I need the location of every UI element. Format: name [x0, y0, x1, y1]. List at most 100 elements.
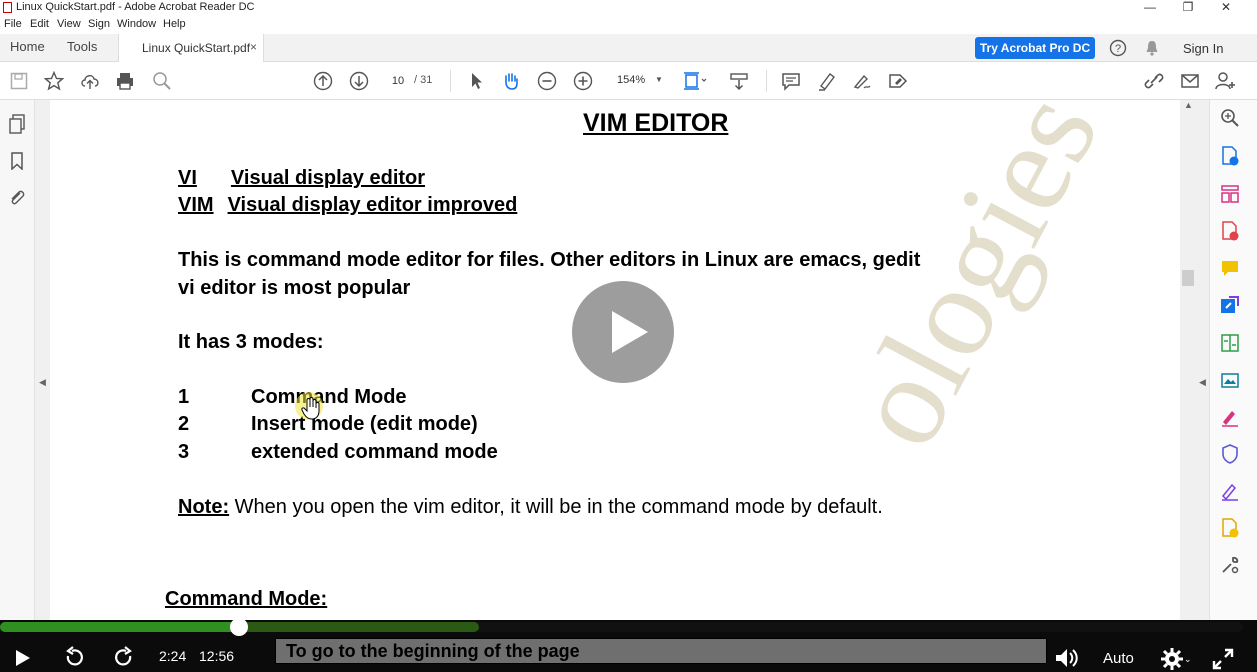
stamp-document-icon[interactable] [1220, 518, 1240, 538]
hand-tool-icon[interactable] [501, 71, 521, 91]
note-label: Note: [178, 496, 230, 518]
create-pdf-icon[interactable] [1220, 221, 1240, 241]
email-envelope-icon[interactable] [1180, 71, 1200, 91]
tab-tools[interactable]: Tools [67, 39, 97, 54]
vim-abbr: VIM [178, 194, 214, 216]
highlight-pen-icon[interactable] [817, 71, 837, 91]
bookmark-star-icon[interactable] [44, 71, 64, 91]
document-page[interactable]: ologies VIM EDITOR VI Visual display edit… [50, 100, 1180, 620]
mode-number: 3 [178, 441, 190, 463]
comment-icon[interactable] [781, 71, 801, 91]
zoom-level-value: 154% [617, 74, 646, 86]
export-pdf-icon[interactable] [1220, 146, 1240, 166]
save-icon[interactable] [9, 71, 29, 91]
title-bar: Linux QuickStart.pdf - Adobe Acrobat Rea… [0, 0, 1257, 16]
hand-cursor-icon [301, 396, 321, 420]
add-user-icon[interactable] [1215, 71, 1235, 91]
upload-cloud-icon[interactable] [80, 71, 100, 91]
video-play-overlay-button[interactable] [572, 281, 674, 383]
scroll-up-arrow-icon[interactable]: ▲ [1184, 100, 1193, 110]
organize-pages-icon[interactable] [1220, 184, 1240, 204]
find-search-icon[interactable] [152, 71, 172, 91]
tab-home[interactable]: Home [10, 39, 45, 54]
menu-file[interactable]: File [4, 18, 22, 30]
fit-page-icon[interactable] [683, 71, 707, 91]
scrollbar-thumb[interactable] [1182, 270, 1194, 286]
scrolling-mode-icon[interactable] [729, 71, 749, 91]
tab-close-icon[interactable]: × [250, 40, 257, 54]
page-heading: VIM EDITOR [583, 109, 729, 137]
help-icon[interactable]: ? [1109, 39, 1127, 57]
select-cursor-icon[interactable] [466, 71, 486, 91]
notifications-bell-icon[interactable] [1143, 39, 1161, 57]
left-collapse-strip[interactable]: ◀ [35, 100, 50, 620]
menu-bar: File Edit View Sign Window Help [0, 17, 1257, 33]
menu-window[interactable]: Window [117, 18, 156, 30]
vi-definition: VI Visual display editor [178, 167, 425, 190]
print-icon[interactable] [115, 71, 135, 91]
toolbar-divider [766, 70, 767, 92]
menu-view[interactable]: View [57, 18, 81, 30]
sign-in-link[interactable]: Sign In [1183, 41, 1223, 56]
toolbar: 10 / 31 154% ▼ [0, 62, 1257, 100]
settings-gear-icon[interactable] [1160, 647, 1184, 671]
collapse-right-icon[interactable]: ◀ [1199, 377, 1206, 388]
fill-sign-tool-icon[interactable] [1220, 407, 1240, 427]
tab-document[interactable]: Linux QuickStart.pdf × [118, 34, 264, 62]
vertical-scrollbar[interactable]: ▲ [1180, 100, 1197, 620]
previous-page-icon[interactable] [313, 71, 333, 91]
intro-line-2: vi editor is most popular [178, 277, 411, 299]
page-thumbnails-icon[interactable] [8, 114, 26, 134]
attachments-paperclip-icon[interactable] [8, 189, 26, 207]
send-sign-icon[interactable] [1220, 481, 1240, 501]
zoom-out-icon[interactable] [537, 71, 557, 91]
forward-icon[interactable] [112, 646, 136, 670]
toolbar-divider [450, 70, 451, 92]
share-link-icon[interactable] [1143, 71, 1164, 91]
fill-sign-icon[interactable] [852, 71, 872, 91]
play-icon[interactable] [10, 646, 34, 670]
menu-sign[interactable]: Sign [88, 18, 110, 30]
video-seek-handle[interactable] [229, 618, 248, 636]
mode-number: 1 [178, 386, 190, 408]
restore-button[interactable]: ❐ [1173, 0, 1203, 16]
fullscreen-icon[interactable] [1211, 647, 1235, 671]
vi-abbr: VI [178, 167, 197, 189]
vim-definition: VIM Visual display editor improved [178, 194, 517, 217]
zoom-level-select[interactable]: 154% ▼ [609, 70, 665, 90]
left-navigation-pane [0, 100, 35, 620]
tab-document-label: Linux QuickStart.pdf [142, 41, 251, 55]
window-title: Linux QuickStart.pdf - Adobe Acrobat Rea… [16, 1, 255, 13]
pdf-file-icon [3, 2, 12, 13]
menu-help[interactable]: Help [163, 18, 186, 30]
note-text: When you open the vim editor, it will be… [229, 496, 883, 518]
mode-number: 2 [178, 413, 190, 435]
comment-tool-icon[interactable] [1220, 258, 1240, 278]
page-number-input[interactable]: 10 [383, 70, 413, 90]
current-time: 2:24 [159, 648, 187, 664]
more-tools-wrench-icon[interactable] [1220, 555, 1240, 575]
bookmarks-icon[interactable] [10, 152, 24, 170]
edit-tag-icon[interactable] [888, 71, 908, 91]
section-heading: Command Mode: [165, 588, 328, 610]
note-line: Note: When you open the vim editor, it w… [178, 496, 883, 519]
menu-edit[interactable]: Edit [30, 18, 49, 30]
rewind-icon[interactable] [62, 646, 86, 670]
next-page-icon[interactable] [349, 71, 369, 91]
try-acrobat-pro-button[interactable]: Try Acrobat Pro DC [975, 37, 1095, 59]
quality-label[interactable]: Auto [1103, 650, 1134, 667]
compare-files-icon[interactable] [1220, 333, 1240, 353]
search-zoom-icon[interactable] [1220, 108, 1240, 128]
zoom-in-icon[interactable] [573, 71, 593, 91]
minimize-button[interactable]: — [1135, 0, 1165, 16]
close-window-button[interactable]: ✕ [1211, 0, 1241, 16]
collapse-left-icon[interactable]: ◀ [39, 377, 46, 388]
volume-icon[interactable] [1054, 646, 1080, 670]
settings-chevron-icon[interactable]: ⌄ [1184, 654, 1192, 665]
export-arrow-icon[interactable] [1220, 295, 1240, 315]
watermark-text: ologies [822, 100, 1127, 470]
subtitle-caption: To go to the beginning of the page [275, 638, 1047, 664]
scan-image-icon[interactable] [1220, 370, 1240, 390]
right-collapse-strip[interactable]: ◀ [1197, 100, 1209, 620]
protect-shield-icon[interactable] [1220, 444, 1240, 464]
